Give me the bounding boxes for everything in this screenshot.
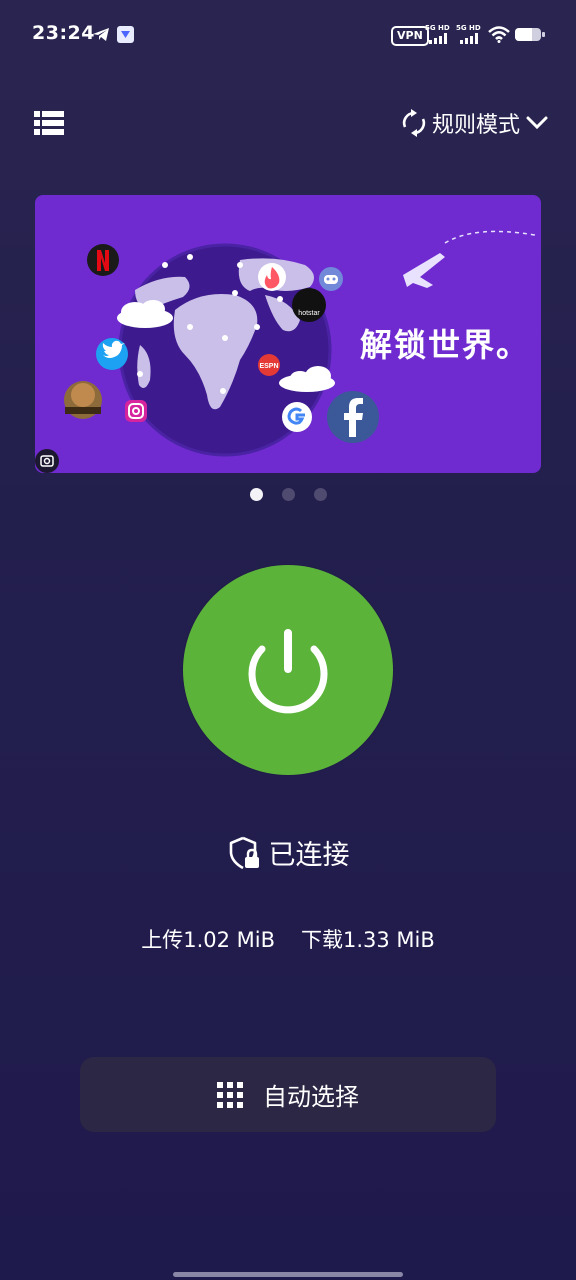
signal-bars-icon bbox=[460, 33, 478, 44]
pagination-dot[interactable] bbox=[281, 488, 295, 501]
banner-pagination bbox=[0, 488, 576, 501]
connect-power-button[interactable] bbox=[183, 565, 393, 775]
telegram-icon bbox=[93, 28, 109, 41]
screenshot-lens-icon[interactable] bbox=[35, 449, 59, 473]
upload-stat: 上传1.02 MiB bbox=[141, 928, 275, 952]
connection-status-label: 已连接 bbox=[268, 840, 350, 871]
signal-bars-icon bbox=[429, 33, 447, 44]
server-select-label: 自动选择 bbox=[263, 1083, 359, 1111]
proxy-mode-selector[interactable]: 规则模式 bbox=[402, 106, 548, 140]
wifi-icon bbox=[488, 26, 510, 43]
server-select-button[interactable]: 自动选择 bbox=[80, 1057, 496, 1132]
status-bar: 23:24 VPN 5G HD 5G HD bbox=[0, 0, 576, 70]
pagination-dot[interactable] bbox=[313, 488, 327, 501]
sim1-label: 5G HD bbox=[425, 24, 450, 32]
pagination-dot-active[interactable] bbox=[249, 488, 263, 501]
connection-status: 已连接 bbox=[0, 833, 576, 872]
traffic-stats: 上传1.02 MiB 下载1.33 MiB bbox=[0, 924, 576, 954]
banner-headline: 解锁世界。 bbox=[360, 326, 531, 364]
shield-lock-icon bbox=[229, 836, 259, 869]
promo-banner[interactable]: hotstar ESPN 解锁世界。 bbox=[35, 195, 541, 473]
sim2-label: 5G HD bbox=[456, 24, 481, 32]
vpn-badge: VPN bbox=[391, 26, 429, 46]
menu-list-icon[interactable] bbox=[34, 110, 64, 136]
clock: 23:24 bbox=[32, 22, 95, 44]
svg-text:ESPN: ESPN bbox=[259, 363, 278, 370]
power-icon bbox=[248, 629, 328, 714]
download-stat: 下载1.33 MiB bbox=[301, 928, 435, 952]
home-indicator[interactable] bbox=[173, 1272, 403, 1277]
sync-icon bbox=[402, 109, 426, 137]
app-notification-icon bbox=[117, 26, 134, 43]
grid-icon bbox=[217, 1081, 243, 1108]
proxy-mode-label: 规则模式 bbox=[432, 113, 521, 138]
chevron-down-icon bbox=[526, 116, 548, 130]
svg-text:hotstar: hotstar bbox=[298, 310, 320, 317]
battery-icon bbox=[515, 28, 545, 41]
